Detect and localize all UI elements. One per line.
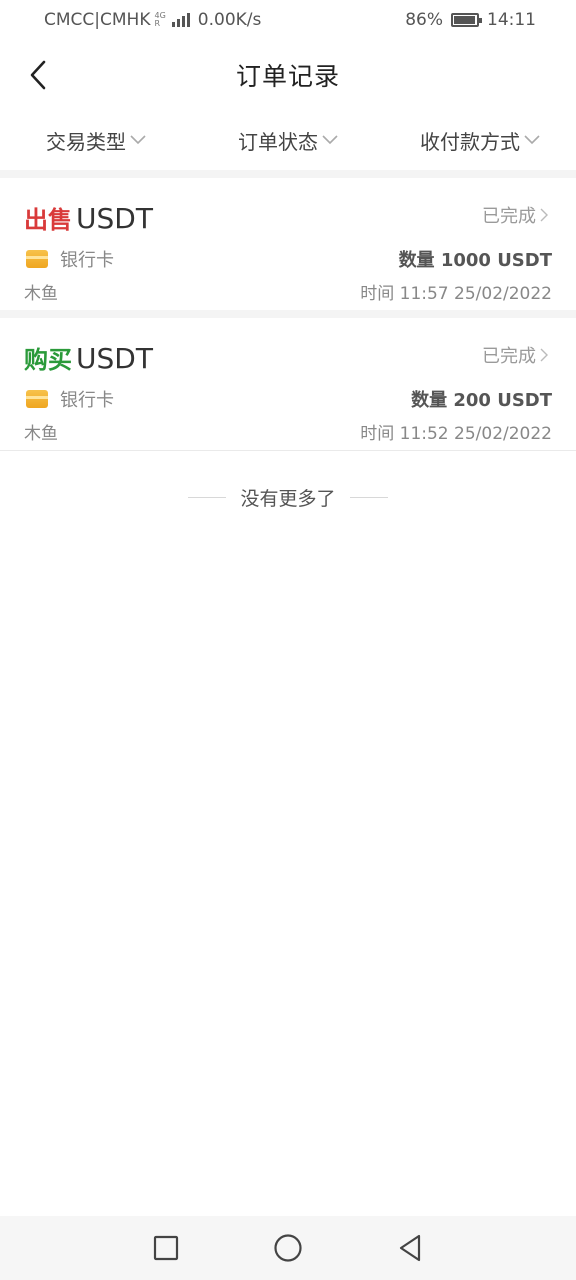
chevron-down-icon (524, 135, 540, 145)
order-card[interactable]: 购买 USDT 已完成 银行卡 数量 200 USDT 木鱼 时间 11:52 … (0, 318, 576, 450)
order-asset: USDT (76, 202, 153, 235)
order-time: 时间 11:52 25/02/2022 (360, 424, 552, 444)
chevron-left-icon (30, 60, 46, 90)
order-time: 时间 11:57 25/02/2022 (360, 284, 552, 304)
payment-method-label: 银行卡 (60, 390, 114, 411)
network-type-icon: 4G R (154, 12, 165, 28)
square-icon (153, 1235, 179, 1261)
order-type-buy: 购买 (24, 346, 72, 374)
battery-percent: 86% (405, 10, 443, 30)
order-title: 出售 USDT (24, 200, 153, 235)
section-divider (0, 310, 576, 318)
order-status: 已完成 (482, 342, 548, 368)
divider-line-right (349, 496, 388, 498)
triangle-back-icon (399, 1234, 421, 1262)
order-status: 已完成 (482, 202, 548, 228)
network-speed: 0.00K/s (197, 10, 262, 30)
section-divider (0, 170, 576, 178)
order-quantity: 数量 200 USDT (411, 390, 552, 411)
order-title: 购买 USDT (24, 340, 153, 375)
order-status-label: 已完成 (482, 346, 536, 367)
chevron-right-icon (540, 348, 548, 362)
home-button[interactable] (266, 1226, 310, 1270)
no-more-text: 没有更多了 (240, 487, 336, 510)
signal-icon (171, 13, 190, 27)
order-status-label: 已完成 (482, 206, 536, 227)
chevron-down-icon (130, 135, 146, 145)
order-quantity: 数量 1000 USDT (398, 250, 552, 271)
status-right: 86% 14:11 (405, 10, 536, 30)
filter-order-status[interactable]: 订单状态 (192, 126, 384, 155)
carrier-text: CMCC|CMHK (44, 10, 151, 30)
circle-icon (274, 1234, 302, 1262)
back-button[interactable] (18, 55, 58, 95)
payment-method: 银行卡 (26, 246, 114, 272)
status-bar: CMCC|CMHK 4G R 0.00K/s 86% 14:11 (0, 0, 576, 40)
order-type-sell: 出售 (24, 206, 72, 234)
counterparty-name: 木鱼 (24, 424, 58, 444)
order-asset: USDT (76, 342, 153, 375)
chevron-right-icon (540, 208, 548, 222)
chevron-down-icon (322, 135, 338, 145)
network-tag-bottom: R (154, 19, 161, 28)
filter-trade-type[interactable]: 交易类型 (0, 126, 192, 155)
bank-card-icon (26, 390, 48, 408)
back-nav-button[interactable] (388, 1226, 432, 1270)
filter-label: 收付款方式 (420, 129, 520, 154)
recent-apps-button[interactable] (144, 1226, 188, 1270)
filter-label: 交易类型 (46, 129, 126, 154)
header: 订单记录 (0, 40, 576, 110)
system-nav-bar (0, 1216, 576, 1280)
filter-label: 订单状态 (238, 129, 318, 154)
bank-card-icon (26, 250, 48, 268)
order-card[interactable]: 出售 USDT 已完成 银行卡 数量 1000 USDT 木鱼 时间 11:57… (0, 178, 576, 310)
battery-icon (451, 13, 482, 27)
payment-method: 银行卡 (26, 386, 114, 412)
page-title: 订单记录 (235, 62, 340, 91)
divider-line-left (188, 496, 227, 498)
filter-bar: 交易类型 订单状态 收付款方式 (0, 110, 576, 170)
payment-method-label: 银行卡 (60, 250, 114, 271)
status-left: CMCC|CMHK 4G R 0.00K/s (44, 10, 261, 30)
counterparty-name: 木鱼 (24, 284, 58, 304)
order-list: 出售 USDT 已完成 银行卡 数量 1000 USDT 木鱼 时间 11:57… (0, 170, 576, 543)
filter-payment-method[interactable]: 收付款方式 (384, 126, 576, 155)
clock: 14:11 (487, 10, 536, 30)
end-of-list: 没有更多了 (0, 451, 576, 543)
